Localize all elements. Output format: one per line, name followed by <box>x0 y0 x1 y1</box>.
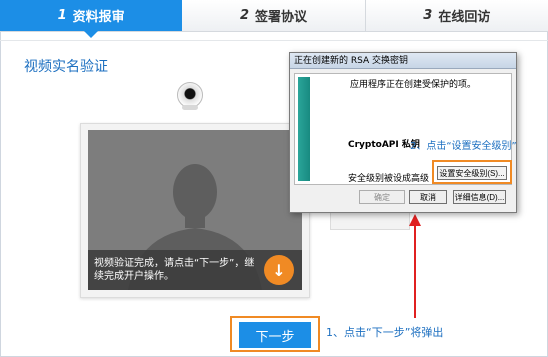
dialog-security-text: 安全级别被设成高级 <box>348 174 430 184</box>
dialog-title: 正在创建新的 RSA 交换密钥 <box>290 53 516 69</box>
video-preview: 视频验证完成，请点击“下一步”，继续完成开户操作。 ↓ <box>88 130 302 290</box>
dialog-message: 应用程序正在创建受保护的项。 <box>350 80 477 90</box>
header-divider <box>0 40 548 41</box>
webcam-stand-icon <box>182 105 198 110</box>
step-2-number: 2 <box>239 8 249 23</box>
next-instruction-note: 1、点击“下一步”将弹出 <box>326 326 444 339</box>
video-status-text: 视频验证完成，请点击“下一步”，继续完成开户操作。 <box>94 258 255 282</box>
arrow-down-icon[interactable]: ↓ <box>264 255 294 285</box>
step-2: 2 签署协议 <box>182 0 364 31</box>
video-status-bar: 视频验证完成，请点击“下一步”，继续完成开户操作。 ↓ <box>88 250 302 290</box>
security-instruction-note: 2、点击“设置安全级别” <box>410 141 517 152</box>
step-1-label: 资料报审 <box>72 10 125 25</box>
step-1-number: 1 <box>57 8 67 23</box>
next-button[interactable]: 下一步 <box>239 322 311 348</box>
step-bar: 1 资料报审 2 签署协议 3 在线回访 <box>0 0 548 38</box>
step-1: 1 资料报审 <box>0 0 183 38</box>
dialog-key-graphic <box>298 77 310 181</box>
set-security-level-button[interactable]: 设置安全级别(S)... <box>437 166 507 180</box>
section-title: 视频实名验证 <box>24 59 108 75</box>
red-arrow-icon <box>409 214 421 318</box>
step-2-label: 签署协议 <box>255 10 308 25</box>
step-3: 3 在线回访 <box>364 0 548 31</box>
step-3-label: 在线回访 <box>438 10 491 25</box>
details-button[interactable]: 详细信息(D)... <box>453 190 506 204</box>
rsa-key-dialog: 正在创建新的 RSA 交换密钥 应用程序正在创建受保护的项。 CryptoAPI… <box>289 52 517 213</box>
cancel-button[interactable]: 取消 <box>409 190 447 204</box>
step-3-number: 3 <box>423 8 433 23</box>
ok-button[interactable]: 确定 <box>359 190 405 204</box>
